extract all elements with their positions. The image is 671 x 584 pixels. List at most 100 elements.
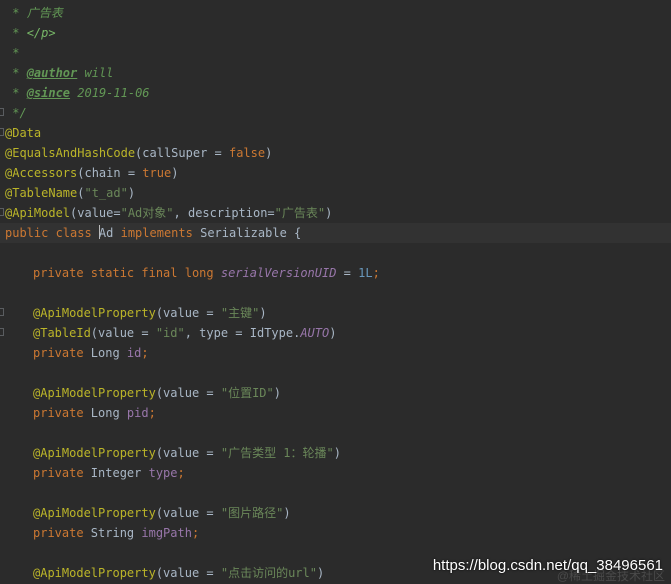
- gutter: [0, 403, 4, 423]
- code-line[interactable]: @EqualsAndHashCode(callSuper = false): [0, 143, 671, 163]
- gutter: [0, 523, 4, 543]
- code-line[interactable]: */: [0, 103, 671, 123]
- code-line[interactable]: @Data: [0, 123, 671, 143]
- code-token: (value =: [90, 326, 156, 340]
- code-line[interactable]: @ApiModel(value="Ad对象", description="广告表…: [0, 203, 671, 223]
- code-token: serialVersionUID: [220, 266, 337, 280]
- code-token: "id": [155, 326, 185, 340]
- code-token: @EqualsAndHashCode: [5, 146, 136, 160]
- code-token: (chain =: [77, 166, 143, 180]
- code-token: (value=: [70, 206, 121, 220]
- code-token: *: [5, 6, 27, 20]
- code-token: (callSuper =: [135, 146, 229, 160]
- code-line[interactable]: @TableId(value = "id", type = IdType.AUT…: [0, 323, 671, 343]
- code-token: ): [333, 446, 341, 460]
- gutter: [0, 203, 4, 223]
- code-token: ;: [141, 346, 149, 360]
- code-line[interactable]: public class Ad implements Serializable …: [0, 223, 671, 243]
- fold-marker-icon[interactable]: [0, 208, 4, 216]
- fold-marker-icon[interactable]: [0, 108, 4, 116]
- code-token: @TableName: [5, 186, 78, 200]
- code-line[interactable]: @ApiModelProperty(value = "位置ID"): [0, 383, 671, 403]
- code-token: (value =: [155, 386, 221, 400]
- code-token: 1L: [358, 266, 373, 280]
- code-line[interactable]: private String imgPath;: [0, 523, 671, 543]
- code-line[interactable]: * </p>: [0, 23, 671, 43]
- code-line[interactable]: * @since 2019-11-06: [0, 83, 671, 103]
- code-token: @since: [26, 86, 71, 100]
- code-line[interactable]: @ApiModelProperty(value = "图片路径"): [0, 503, 671, 523]
- code-line[interactable]: private Long id;: [0, 343, 671, 363]
- code-token: *: [5, 86, 27, 100]
- code-token: ;: [372, 266, 380, 280]
- code-line[interactable]: [0, 423, 671, 443]
- code-line[interactable]: *: [0, 43, 671, 63]
- code-token: 广告表: [26, 6, 63, 20]
- code-text: @ApiModel(value="Ad对象", description="广告表…: [5, 203, 332, 223]
- code-token: imgPath: [141, 526, 192, 540]
- fold-marker-icon[interactable]: [0, 328, 4, 336]
- code-text: @TableName("t_ad"): [5, 183, 135, 203]
- code-token: */: [5, 106, 27, 120]
- code-token: *: [5, 66, 27, 80]
- code-token: ): [316, 566, 325, 580]
- fold-marker-icon[interactable]: [0, 308, 4, 316]
- gutter: [0, 223, 4, 243]
- code-token: @ApiModel: [5, 206, 71, 220]
- code-token: Ad: [98, 226, 121, 240]
- code-line[interactable]: [0, 283, 671, 303]
- gutter: [0, 303, 4, 323]
- code-token: will: [77, 66, 114, 80]
- code-line[interactable]: private Integer type;: [0, 463, 671, 483]
- code-text: private Long pid;: [33, 403, 156, 423]
- watermark-url: https://blog.csdn.net/qq_38496561: [432, 557, 663, 574]
- gutter: [0, 63, 4, 83]
- code-token: , description=: [173, 206, 275, 220]
- code-text: @TableId(value = "id", type = IdType.AUT…: [33, 323, 336, 343]
- gutter: [0, 383, 4, 403]
- code-line[interactable]: private Long pid;: [0, 403, 671, 423]
- code-line[interactable]: private static final long serialVersionU…: [0, 263, 671, 283]
- code-token: ;: [191, 526, 200, 540]
- code-token: ): [325, 206, 333, 220]
- code-line[interactable]: @TableName("t_ad"): [0, 183, 671, 203]
- code-text: @ApiModelProperty(value = "位置ID"): [33, 383, 281, 403]
- code-line[interactable]: [0, 483, 671, 503]
- code-line[interactable]: * 广告表: [0, 3, 671, 23]
- code-line[interactable]: * @author will: [0, 63, 671, 83]
- code-token: @ApiModelProperty: [33, 566, 156, 580]
- code-line[interactable]: [0, 363, 671, 383]
- code-token: @ApiModelProperty: [33, 506, 156, 520]
- code-token: Serializable {: [200, 226, 302, 240]
- gutter: [0, 163, 4, 183]
- code-line[interactable]: @ApiModelProperty(value = "主键"): [0, 303, 671, 323]
- code-line[interactable]: @ApiModelProperty(value = "广告类型 1：轮播"): [0, 443, 671, 463]
- gutter: [0, 143, 4, 163]
- code-token: "广告表": [274, 206, 326, 220]
- code-token: (value =: [155, 306, 221, 320]
- code-token: Long: [90, 346, 127, 360]
- code-token: private: [33, 526, 91, 540]
- code-editor[interactable]: * 广告表 * </p> * * @author will * @since 2…: [0, 0, 671, 584]
- code-line[interactable]: [0, 243, 671, 263]
- code-token: =: [336, 266, 359, 280]
- code-token: public class: [5, 226, 99, 240]
- fold-marker-icon[interactable]: [0, 128, 4, 136]
- code-text: private Integer type;: [33, 463, 185, 483]
- gutter: [0, 263, 4, 283]
- code-token: (value =: [155, 566, 221, 580]
- code-text: * @since 2019-11-06: [5, 83, 149, 103]
- gutter: [0, 343, 4, 363]
- code-token: </p>: [26, 26, 56, 40]
- code-line[interactable]: @Accessors(chain = true): [0, 163, 671, 183]
- code-token: private: [33, 466, 91, 480]
- code-token: "位置ID": [220, 386, 274, 400]
- code-token: pid: [126, 406, 149, 420]
- gutter: [0, 183, 4, 203]
- code-token: (value =: [155, 446, 221, 460]
- code-token: ): [127, 186, 136, 200]
- code-token: ): [283, 506, 291, 520]
- code-token: @ApiModelProperty: [33, 386, 156, 400]
- code-text: private String imgPath;: [33, 523, 199, 543]
- gutter: [0, 23, 4, 43]
